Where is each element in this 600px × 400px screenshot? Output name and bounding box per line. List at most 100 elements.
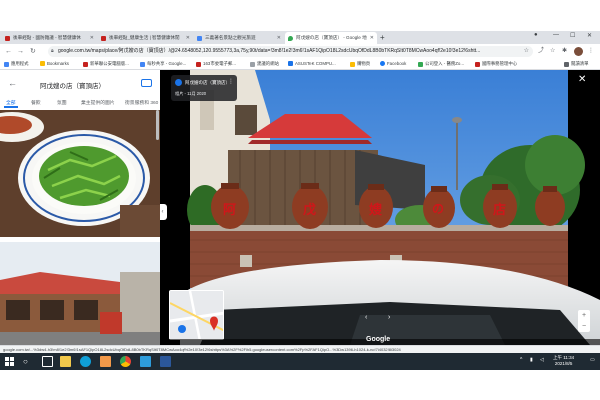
tab-all[interactable]: 全部 [6,99,16,106]
close-viewer-icon[interactable]: ✕ [578,75,586,85]
back-icon[interactable]: ← [5,46,12,57]
status-bar-url: google.com.tw/...%3dw4-h3!m8!1e2!3m6!1sA… [0,345,600,353]
site-icon [196,61,201,67]
tab-food[interactable]: 餐飲 [31,99,41,106]
photo-info-card[interactable]: 阿戊嫂の店（寶頂店） ⋮ 相片 - 11月 2020 [171,75,237,101]
edge-icon[interactable] [80,356,91,367]
star-icon[interactable]: ☆ [550,47,555,56]
bookmark-11[interactable]: 國際事務管理中心 [475,61,517,67]
google-watermark: Google [366,336,391,343]
favicon-icon [197,35,202,41]
bookmark-10[interactable]: 公司登入 - 醫務Zo... [418,61,464,67]
bookmark-label: Bookmarks [47,61,69,66]
zoom-out-icon[interactable]: − [578,321,590,332]
share-icon[interactable]: ⤴ [538,47,544,56]
tab-label: 三義著名景點之觀光旅遊 [205,35,256,40]
volume-icon[interactable]: ◁ [540,357,544,363]
taskbar-clock[interactable]: 上午 11:34 2021/8/5 [553,355,574,367]
url-field[interactable]: 🔒︎ google.com.tw/maps/place/阿戊嫂の店（寶頂店）/@… [48,46,533,57]
back-arrow-icon[interactable]: ← [8,78,17,88]
bookmark-7[interactable]: ASUSTeK COMPU... [288,61,336,66]
mini-map[interactable] [169,290,224,340]
menu-icon[interactable]: ⋮ [588,47,594,56]
app-icon[interactable] [100,356,111,367]
tab-search-icon[interactable]: ● [534,32,538,38]
windows-taskbar: ○ ^ ▮ ◁ 上午 11:34 2021/8/5 ▭ [0,353,600,370]
facebook-icon [380,61,385,66]
bookmark-5[interactable]: 163市委電子郵... [196,61,236,67]
bookmark-4[interactable]: 每秒共享 - Google... [140,61,186,67]
close-icon[interactable]: ✕ [186,35,190,41]
window-close-icon[interactable]: ✕ [587,32,592,39]
reading-list[interactable]: 閱讀清單 [564,61,589,67]
browser-tab-3[interactable]: 三義著名景點之觀光旅遊 ✕ [194,32,284,44]
close-icon[interactable]: ✕ [370,35,374,41]
minimize-icon[interactable]: — [553,32,559,38]
task-view-icon[interactable] [42,356,53,367]
close-icon[interactable]: ✕ [277,35,281,41]
collapse-panel-button[interactable]: ‹ [160,204,167,220]
tab-vibe[interactable]: 氛圍 [57,99,67,106]
photo-thumbnail-dish[interactable] [0,110,160,237]
bookmark-label: 應用程式 [11,61,29,66]
notification-icon[interactable]: ▭ [590,357,595,363]
place-title: 阿戊嫂の店（寶頂店） [40,83,105,90]
panel-scrollbar[interactable] [156,110,159,140]
reload-icon[interactable]: ↻ [30,46,36,57]
photo-category-tabs: 全部 餐飲 氛圍 業主提供的圖片 街景服務和 360 [0,97,160,108]
bookmark-apps[interactable]: 應用程式 [4,61,29,67]
bookmark-label: 購物頁 [357,61,371,66]
site-icon [250,61,255,67]
browser-tab-1[interactable]: 後車經點 - 國防雜議 - 智慧健康休 ✕ [2,32,97,44]
chrome-icon[interactable] [120,356,131,367]
extension-icon[interactable]: ✱ [562,47,567,56]
jar-char-4: の [432,202,445,216]
mini-map-graphic [170,291,223,339]
photo-thumbnail-storefront[interactable] [0,242,160,345]
profile-avatar[interactable] [574,47,583,56]
previous-photo-icon[interactable]: ‹ [365,314,367,321]
lock-icon: 🔒︎ [51,48,54,54]
browser-tab-2[interactable]: 後車經點_健康生活 | 智慧健康休閒 ✕ [98,32,193,44]
screenshot: 後車經點 - 國防雜議 - 智慧健康休 ✕ 後車經點_健康生活 | 智慧健康休閒… [0,0,600,400]
bookmark-6[interactable]: 建議的網站 [250,61,279,67]
bookmark-bookmarks[interactable]: Bookmarks [40,61,69,66]
bookmark-label: 建議的網站 [257,61,279,66]
folder-icon [40,61,45,66]
top-margin [0,0,600,31]
store-icon[interactable] [140,356,151,367]
photo-viewer[interactable]: 阿 戊 嫂 の 店 阿戊嫂の店（寶頂店） ⋮ 相片 - 11月 2020 ‹ ✕… [160,70,600,345]
bookmark-label: 每秒共享 - Google... [147,61,187,66]
add-photo-icon[interactable] [141,79,152,87]
zoom-in-icon[interactable]: + [578,310,590,321]
new-tab-button[interactable]: + [380,33,385,43]
uploader-avatar [175,79,182,86]
bookmarks-bar: 應用程式 Bookmarks 新華聯公安電腦版... 每秒共享 - Google… [0,59,600,70]
bookmark-8[interactable]: 購物頁 [350,61,370,67]
bookmark-label: Facebook [387,61,407,66]
browser-tab-strip: 後車經點 - 國防雜議 - 智慧健康休 ✕ 後車經點_健康生活 | 智慧健康休閒… [0,31,600,44]
bottom-margin [0,370,600,400]
reading-list-icon [564,61,569,67]
bookmark-star-icon[interactable]: ☆ [524,46,529,57]
windows-start-icon[interactable] [5,357,14,366]
clock-date: 2021/8/5 [554,361,573,366]
word-icon[interactable] [160,356,171,367]
tab-owner-photos[interactable]: 業主提供的圖片 [81,99,115,106]
file-explorer-icon[interactable] [60,356,71,367]
bookmark-facebook[interactable]: Facebook [380,61,406,66]
close-icon[interactable]: ✕ [90,35,94,41]
maximize-icon[interactable]: ☐ [570,32,575,39]
search-icon[interactable]: ○ [23,356,28,367]
tray-chevron-icon[interactable]: ^ [520,357,522,363]
zoom-control[interactable]: + − [578,310,590,332]
favicon-icon [101,35,106,41]
bookmark-3[interactable]: 新華聯公安電腦版... [83,61,129,67]
tab-street-view[interactable]: 街景服務和 360 [125,99,158,106]
forward-icon[interactable]: → [17,46,24,57]
photo-date: 相片 - 11月 2020 [175,91,207,96]
next-photo-icon[interactable]: › [388,314,390,321]
more-options-icon[interactable]: ⋮ [228,78,234,85]
browser-tab-4-active[interactable]: 阿戊嫂の店（寶頂店） - Google 地 ✕ [285,32,377,44]
network-icon[interactable]: ▮ [530,357,533,363]
